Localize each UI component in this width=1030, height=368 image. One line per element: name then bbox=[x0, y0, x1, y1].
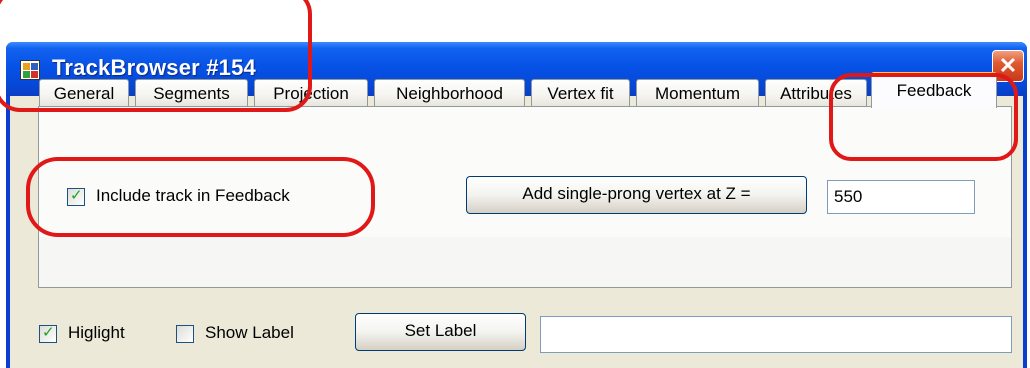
z-value-input[interactable]: 550 bbox=[827, 180, 975, 214]
feedback-panel-content bbox=[39, 107, 1011, 237]
tab-momentum[interactable]: Momentum bbox=[636, 79, 759, 107]
tab-feedback[interactable]: Feedback bbox=[871, 72, 997, 108]
highlight-label[interactable]: Higlight bbox=[68, 323, 125, 343]
show-label-label[interactable]: Show Label bbox=[205, 323, 294, 343]
set-label-button[interactable]: Set Label bbox=[355, 313, 526, 351]
show-label-checkbox[interactable] bbox=[176, 325, 194, 343]
label-text-input[interactable] bbox=[540, 316, 1012, 353]
checkmark-icon: ✓ bbox=[70, 186, 83, 204]
close-icon: ✕ bbox=[998, 53, 1018, 78]
add-single-prong-vertex-button[interactable]: Add single-prong vertex at Z = bbox=[466, 176, 807, 214]
window-title: TrackBrowser #154 bbox=[52, 55, 256, 80]
tab-segments[interactable]: Segments bbox=[135, 79, 248, 107]
tab-attributes[interactable]: Attributes bbox=[765, 79, 867, 107]
checkmark-icon: ✓ bbox=[42, 323, 55, 341]
highlight-checkbox[interactable]: ✓ bbox=[39, 323, 57, 343]
include-track-checkbox[interactable]: ✓ bbox=[67, 186, 85, 206]
app-window-icon[interactable] bbox=[20, 60, 40, 80]
tab-general[interactable]: General bbox=[39, 79, 129, 107]
include-track-label[interactable]: Include track in Feedback bbox=[96, 186, 290, 206]
tab-projection[interactable]: Projection bbox=[254, 79, 368, 107]
tab-neighborhood[interactable]: Neighborhood bbox=[374, 79, 525, 107]
tab-vertex-fit[interactable]: Vertex fit bbox=[531, 79, 630, 107]
